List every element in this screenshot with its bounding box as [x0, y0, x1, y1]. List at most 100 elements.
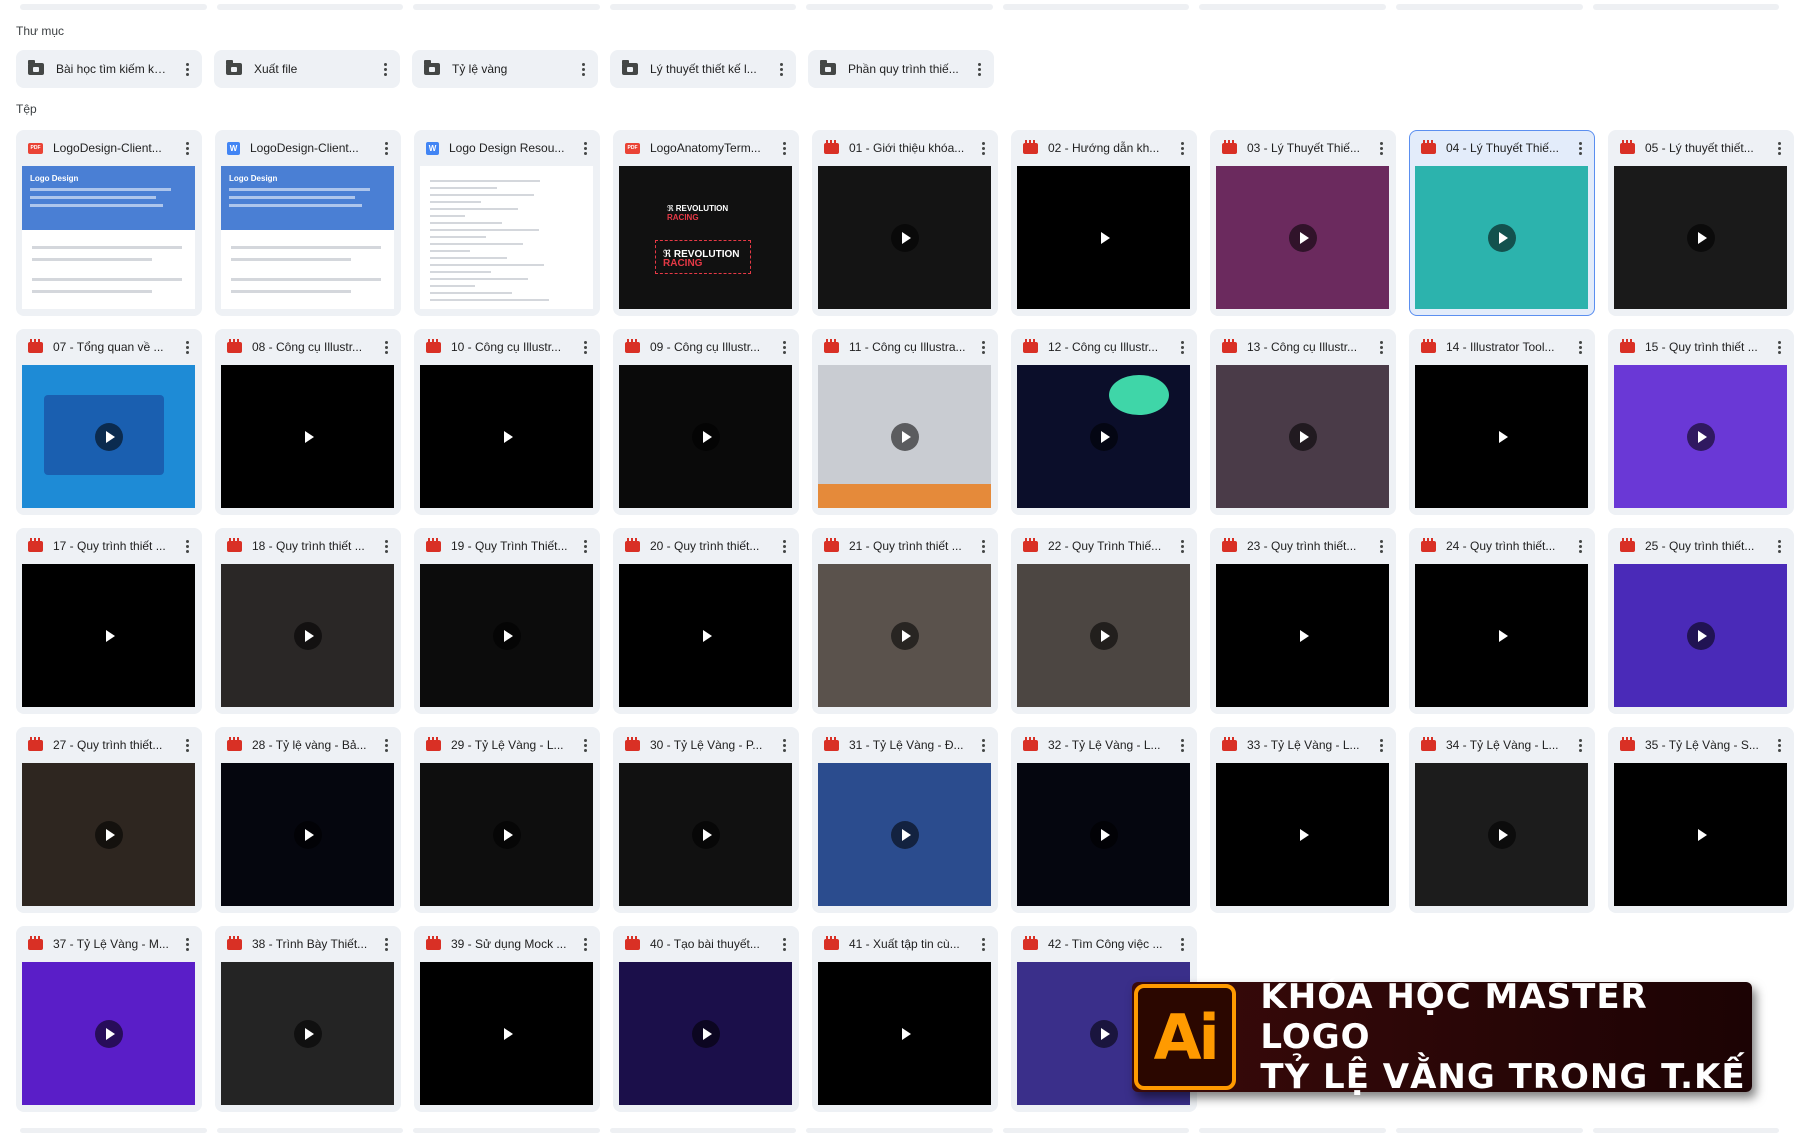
- file-card[interactable]: 31 - Tỷ Lệ Vàng - Đ...: [812, 727, 998, 913]
- more-options-icon[interactable]: [777, 935, 791, 953]
- more-options-icon[interactable]: [180, 60, 194, 78]
- file-card[interactable]: 40 - Tạo bài thuyết...: [613, 926, 799, 1112]
- file-card[interactable]: 15 - Quy trình thiết ...: [1608, 329, 1794, 515]
- more-options-icon[interactable]: [180, 736, 194, 754]
- more-options-icon[interactable]: [1175, 935, 1189, 953]
- file-card[interactable]: 39 - Sử dụng Mock ...: [414, 926, 600, 1112]
- file-card[interactable]: 05 - Lý thuyết thiết...: [1608, 130, 1794, 316]
- more-options-icon[interactable]: [379, 935, 393, 953]
- more-options-icon[interactable]: [578, 537, 592, 555]
- file-card[interactable]: 18 - Quy trình thiết ...: [215, 528, 401, 714]
- more-options-icon[interactable]: [1573, 139, 1587, 157]
- file-card[interactable]: 09 - Công cụ Illustr...: [613, 329, 799, 515]
- more-options-icon[interactable]: [1374, 736, 1388, 754]
- file-card[interactable]: 12 - Công cụ Illustr...: [1011, 329, 1197, 515]
- more-options-icon[interactable]: [1374, 537, 1388, 555]
- file-title: 11 - Công cụ Illustra...: [849, 340, 966, 354]
- file-card[interactable]: 33 - Tỷ Lệ Vàng - L...: [1210, 727, 1396, 913]
- more-options-icon[interactable]: [976, 736, 990, 754]
- folder-item[interactable]: Lý thuyết thiết kế l...: [610, 50, 796, 88]
- file-card-header: 23 - Quy trình thiết...: [1210, 528, 1396, 564]
- video-file-icon: [1620, 537, 1635, 552]
- more-options-icon[interactable]: [576, 60, 590, 78]
- more-options-icon[interactable]: [1175, 736, 1189, 754]
- file-card[interactable]: 28 - Tỷ lệ vàng - Bả...: [215, 727, 401, 913]
- more-options-icon[interactable]: [379, 537, 393, 555]
- more-options-icon[interactable]: [777, 736, 791, 754]
- folder-item[interactable]: Tỷ lệ vàng: [412, 50, 598, 88]
- file-card[interactable]: 07 - Tổng quan về ...: [16, 329, 202, 515]
- more-options-icon[interactable]: [1772, 736, 1786, 754]
- more-options-icon[interactable]: [379, 338, 393, 356]
- file-card[interactable]: 22 - Quy Trình Thiế...: [1011, 528, 1197, 714]
- file-card[interactable]: 10 - Công cụ Illustr...: [414, 329, 600, 515]
- file-card[interactable]: 08 - Công cụ Illustr...: [215, 329, 401, 515]
- more-options-icon[interactable]: [1772, 537, 1786, 555]
- file-card[interactable]: PDF LogoAnatomyTerm... ℜ REVOLUTION RACING ℜ…: [613, 130, 799, 316]
- more-options-icon[interactable]: [1573, 537, 1587, 555]
- more-options-icon[interactable]: [777, 537, 791, 555]
- more-options-icon[interactable]: [578, 338, 592, 356]
- file-card[interactable]: 02 - Hướng dẫn kh...: [1011, 130, 1197, 316]
- more-options-icon[interactable]: [1374, 338, 1388, 356]
- folder-item[interactable]: Bài học tìm kiếm kh...: [16, 50, 202, 88]
- more-options-icon[interactable]: [180, 537, 194, 555]
- folder-item[interactable]: Phần quy trình thiế...: [808, 50, 994, 88]
- file-card[interactable]: 13 - Công cụ Illustr...: [1210, 329, 1396, 515]
- file-card[interactable]: 35 - Tỷ Lệ Vàng - S...: [1608, 727, 1794, 913]
- more-options-icon[interactable]: [777, 139, 791, 157]
- more-options-icon[interactable]: [777, 338, 791, 356]
- file-card[interactable]: W Logo Design Resou...: [414, 130, 600, 316]
- more-options-icon[interactable]: [379, 736, 393, 754]
- file-card[interactable]: 37 - Tỷ Lệ Vàng - M...: [16, 926, 202, 1112]
- file-card[interactable]: 34 - Tỷ Lệ Vàng - L...: [1409, 727, 1595, 913]
- folder-item[interactable]: Xuất file: [214, 50, 400, 88]
- file-card[interactable]: 38 - Trình Bày Thiết...: [215, 926, 401, 1112]
- word-file-icon: W: [426, 141, 439, 155]
- more-options-icon[interactable]: [379, 139, 393, 157]
- more-options-icon[interactable]: [180, 935, 194, 953]
- play-icon: [1089, 820, 1118, 849]
- file-card[interactable]: PDF LogoDesign-Client... Logo Design: [16, 130, 202, 316]
- more-options-icon[interactable]: [180, 139, 194, 157]
- more-options-icon[interactable]: [378, 60, 392, 78]
- file-card[interactable]: 19 - Quy Trình Thiết...: [414, 528, 600, 714]
- file-card[interactable]: 30 - Tỷ Lệ Vàng - P...: [613, 727, 799, 913]
- more-options-icon[interactable]: [1175, 139, 1189, 157]
- file-card[interactable]: 14 - Illustrator Tool...: [1409, 329, 1595, 515]
- file-card[interactable]: 32 - Tỷ Lệ Vàng - L...: [1011, 727, 1197, 913]
- file-card[interactable]: 04 - Lý Thuyết Thiế...: [1409, 130, 1595, 316]
- more-options-icon[interactable]: [1175, 338, 1189, 356]
- file-card[interactable]: 20 - Quy trình thiết...: [613, 528, 799, 714]
- more-options-icon[interactable]: [972, 60, 986, 78]
- more-options-icon[interactable]: [578, 935, 592, 953]
- more-options-icon[interactable]: [1573, 736, 1587, 754]
- more-options-icon[interactable]: [1772, 338, 1786, 356]
- more-options-icon[interactable]: [180, 338, 194, 356]
- file-card[interactable]: W LogoDesign-Client... Logo Design: [215, 130, 401, 316]
- file-card[interactable]: 24 - Quy trình thiết...: [1409, 528, 1595, 714]
- file-card[interactable]: 41 - Xuất tập tin cù...: [812, 926, 998, 1112]
- file-card[interactable]: 23 - Quy trình thiết...: [1210, 528, 1396, 714]
- more-options-icon[interactable]: [976, 338, 990, 356]
- more-options-icon[interactable]: [1573, 338, 1587, 356]
- file-card[interactable]: 25 - Quy trình thiết...: [1608, 528, 1794, 714]
- bottom-scroll-remnant: [0, 1128, 1799, 1133]
- more-options-icon[interactable]: [1772, 139, 1786, 157]
- more-options-icon[interactable]: [976, 935, 990, 953]
- more-options-icon[interactable]: [976, 537, 990, 555]
- file-card[interactable]: 11 - Công cụ Illustra...: [812, 329, 998, 515]
- more-options-icon[interactable]: [1175, 537, 1189, 555]
- file-card[interactable]: 21 - Quy trình thiết ...: [812, 528, 998, 714]
- file-card[interactable]: 03 - Lý Thuyết Thiế...: [1210, 130, 1396, 316]
- file-card[interactable]: 01 - Giới thiệu khóa...: [812, 130, 998, 316]
- more-options-icon[interactable]: [1374, 139, 1388, 157]
- file-card[interactable]: 29 - Tỷ Lệ Vàng - L...: [414, 727, 600, 913]
- file-card[interactable]: 27 - Quy trình thiết...: [16, 727, 202, 913]
- more-options-icon[interactable]: [774, 60, 788, 78]
- more-options-icon[interactable]: [976, 139, 990, 157]
- more-options-icon[interactable]: [578, 736, 592, 754]
- more-options-icon[interactable]: [578, 139, 592, 157]
- file-card-header: 37 - Tỷ Lệ Vàng - M...: [16, 926, 202, 962]
- file-card[interactable]: 17 - Quy trình thiết ...: [16, 528, 202, 714]
